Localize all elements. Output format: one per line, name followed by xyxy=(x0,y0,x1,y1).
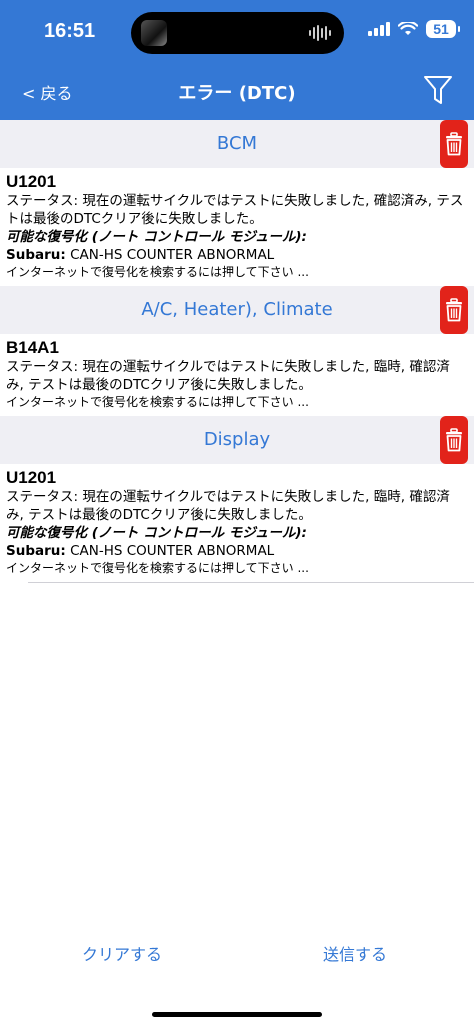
dtc-status: ステータス: 現在の運転サイクルではテストに失敗しました, 臨時, 確認済み, … xyxy=(6,359,450,393)
search-hint-link[interactable]: インターネットで復号化を検索するには押して下さい ... xyxy=(6,560,466,576)
filter-funnel-icon[interactable] xyxy=(423,74,453,106)
clear-button[interactable]: クリアする xyxy=(82,941,162,965)
audio-waveform-icon xyxy=(309,25,331,41)
dtc-code: B14A1 xyxy=(6,338,59,357)
battery-level: 51 xyxy=(426,20,460,38)
wifi-icon xyxy=(398,22,418,35)
possible-decoding-label: 可能な復号化 (ノート コントロール モジュール): xyxy=(6,525,307,541)
trash-icon xyxy=(446,298,462,322)
status-indicators: 51 xyxy=(368,20,460,38)
maker-name: Subaru: xyxy=(6,247,66,263)
possible-decoding-label: 可能な復号化 (ノート コントロール モジュール): xyxy=(6,229,307,245)
dtc-code: U1201 xyxy=(6,468,57,487)
now-playing-artwork xyxy=(141,20,167,46)
module-header-display: Display xyxy=(0,416,474,464)
dtc-status: ステータス: 現在の運転サイクルではテストに失敗しました, 臨時, 確認済み, … xyxy=(6,489,450,523)
maker-name: Subaru: xyxy=(6,543,66,559)
dynamic-island xyxy=(131,12,344,54)
module-header-climate: A/C, Heater), Climate xyxy=(0,286,474,334)
list-divider xyxy=(28,582,474,583)
app-header: 16:51 51 < 戻る エラー (DTC) xyxy=(0,0,474,120)
trash-icon xyxy=(446,428,462,452)
dtc-entry[interactable]: U1201 ステータス: 現在の運転サイクルではテストに失敗しました, 臨時, … xyxy=(0,464,474,582)
decoding-line: Subaru: CAN-HS COUNTER ABNORMAL xyxy=(6,542,466,560)
decoding-line: Subaru: CAN-HS COUNTER ABNORMAL xyxy=(6,246,466,264)
dtc-code: U1201 xyxy=(6,172,57,191)
delete-button[interactable] xyxy=(440,416,468,464)
delete-button[interactable] xyxy=(440,286,468,334)
search-hint-link[interactable]: インターネットで復号化を検索するには押して下さい ... xyxy=(6,264,466,280)
send-button[interactable]: 送信する xyxy=(323,941,387,965)
page-title: エラー (DTC) xyxy=(178,83,296,104)
decoding-text: CAN-HS COUNTER ABNORMAL xyxy=(70,247,275,263)
module-header-bcm: BCM xyxy=(0,120,474,168)
decoding-text: CAN-HS COUNTER ABNORMAL xyxy=(70,543,275,559)
dtc-entry[interactable]: U1201 ステータス: 現在の運転サイクルではテストに失敗しました, 確認済み… xyxy=(0,168,474,286)
dtc-list: BCM U1201 ステータス: 現在の運転サイクルではテストに失敗しました, … xyxy=(0,120,474,583)
delete-button[interactable] xyxy=(440,120,468,168)
cellular-signal-icon xyxy=(368,22,390,36)
dtc-status: ステータス: 現在の運転サイクルではテストに失敗しました, 確認済み, テストは… xyxy=(6,193,464,227)
module-title: Display xyxy=(203,429,271,450)
trash-icon xyxy=(446,132,462,156)
module-title: BCM xyxy=(216,133,258,154)
module-title: A/C, Heater), Climate xyxy=(141,299,333,320)
search-hint-link[interactable]: インターネットで復号化を検索するには押して下さい ... xyxy=(6,394,466,410)
dtc-entry[interactable]: B14A1 ステータス: 現在の運転サイクルではテストに失敗しました, 臨時, … xyxy=(0,334,474,416)
status-time: 16:51 xyxy=(44,20,96,42)
home-indicator[interactable] xyxy=(152,1012,322,1017)
